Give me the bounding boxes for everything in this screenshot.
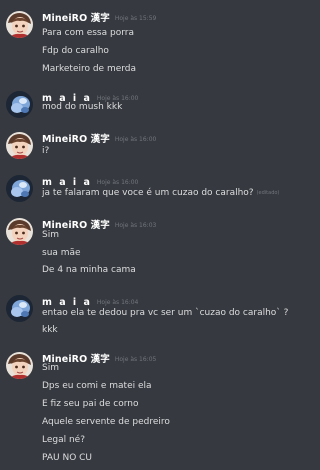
message-group: MineiRO 漢字 Hoje às 15:59 Para com essa po… (0, 7, 286, 77)
anime-character-avatar-icon (6, 352, 33, 379)
message-group: m a i a Hoje às 16:00 mod do mush kkk (0, 87, 286, 121)
message-text: Legal né? (42, 435, 86, 445)
message-text: kkk (42, 325, 58, 335)
timestamp: Hoje às 16:03 (114, 222, 157, 229)
anime-character-avatar-icon (6, 11, 33, 38)
message-text: Para com essa porra (42, 28, 134, 38)
message-text: Marketeiro de merda (42, 64, 137, 74)
mineiro-avatar[interactable] (6, 132, 33, 159)
timestamp: Hoje às 16:04 (96, 299, 139, 306)
username[interactable]: MineiRO 漢字 (42, 134, 110, 145)
message-group: m a i a Hoje às 16:00 ja te falaram que v… (0, 171, 286, 207)
blue-blob-avatar-icon (6, 91, 33, 118)
message-text: i? (42, 146, 50, 156)
anime-character-avatar-icon (6, 218, 33, 245)
message-text: mod do mush kkk (42, 102, 123, 112)
message-text: Sim (42, 230, 59, 240)
message-text: E fiz seu pai de corno (42, 399, 139, 409)
message-header: m a i a Hoje às 16:00 (42, 173, 139, 188)
mineiro-avatar[interactable] (6, 218, 33, 245)
message-group: m a i a Hoje às 16:04 entao ela te dedou … (0, 291, 289, 339)
message-header: MineiRO 漢字 Hoje às 16:05 (42, 350, 157, 365)
message-group: MineiRO 漢字 Hoje às 16:03 Sim sua mãe De 4… (0, 214, 286, 282)
message-group: MineiRO 漢字 Hoje às 16:00 i? (0, 128, 286, 164)
message-text: Dps eu comi e matei ela (42, 381, 152, 391)
edited-label: (editado) (256, 190, 280, 196)
timestamp: Hoje às 16:00 (96, 179, 139, 186)
blue-blob-avatar-icon (6, 175, 33, 202)
message-text: Sim (42, 363, 59, 373)
message-header: MineiRO 漢字 Hoje às 16:03 (42, 216, 157, 231)
message-group: MineiRO 漢字 Hoje às 16:05 Sim Dps eu comi … (0, 348, 286, 468)
message-text: PAU NO CU (42, 453, 93, 463)
message-text: ja te falaram que voce é um cuzao do car… (42, 187, 279, 199)
timestamp: Hoje às 16:00 (114, 136, 157, 143)
blue-blob-avatar-icon (6, 295, 33, 322)
chat-messages: MineiRO 漢字 Hoje às 15:59 Para com essa po… (0, 0, 289, 470)
message-text: entao ela te dedou pra vc ser um `cuzao … (42, 308, 289, 318)
message-header: m a i a Hoje às 16:04 (42, 293, 139, 308)
timestamp: Hoje às 16:05 (114, 356, 157, 363)
username[interactable]: MineiRO 漢字 (42, 13, 110, 24)
maia-avatar[interactable] (6, 91, 33, 118)
timestamp: Hoje às 15:59 (114, 15, 157, 22)
message-text: Fdp do caralho (42, 46, 109, 56)
mineiro-avatar[interactable] (6, 11, 33, 38)
message-text: Aquele servente de pedreiro (42, 417, 170, 427)
message-header: MineiRO 漢字 Hoje às 16:00 (42, 130, 157, 145)
message-text-content: ja te falaram que voce é um cuzao do car… (42, 188, 254, 198)
message-text: De 4 na minha cama (42, 265, 136, 275)
maia-avatar[interactable] (6, 295, 33, 322)
mineiro-avatar[interactable] (6, 352, 33, 379)
message-text: sua mãe (42, 248, 81, 258)
message-header: MineiRO 漢字 Hoje às 15:59 (42, 9, 157, 24)
anime-character-avatar-icon (6, 132, 33, 159)
maia-avatar[interactable] (6, 175, 33, 202)
